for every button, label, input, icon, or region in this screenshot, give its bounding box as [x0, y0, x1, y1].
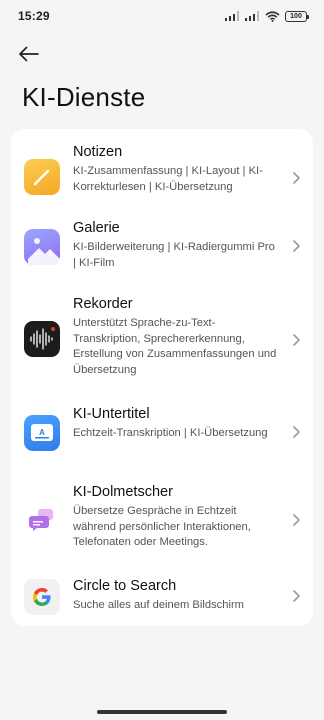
service-row-circle-to-search[interactable]: Circle to Search Suche alles auf deinem …: [11, 577, 313, 617]
service-title: Notizen: [73, 144, 123, 160]
service-row-notizen[interactable]: Notizen KI-Zusammenfassung | KI-Layout |…: [11, 141, 313, 213]
svg-text:A: A: [39, 428, 45, 437]
chevron-right-icon: [293, 334, 300, 346]
service-text: Circle to Search Suche alles auf deinem …: [73, 577, 278, 614]
service-description: Echtzeit-Transkription | KI-Übersetzung: [73, 427, 268, 439]
status-time: 15:29: [18, 9, 50, 23]
chevron-right-icon: [293, 240, 300, 252]
service-description: KI-Bilderweiterung | KI-Radiergummi Pro …: [73, 241, 275, 269]
services-card: Notizen KI-Zusammenfassung | KI-Layout |…: [11, 129, 313, 626]
home-indicator[interactable]: [97, 710, 227, 714]
service-title: Circle to Search: [73, 578, 177, 594]
service-row-rekorder[interactable]: Rekorder Unterstützt Sprache-zu-Text-Tra…: [11, 295, 313, 385]
service-text: Notizen KI-Zusammenfassung | KI-Layout |…: [73, 143, 278, 195]
service-text: Galerie KI-Bilderweiterung | KI-Radiergu…: [73, 219, 278, 271]
service-text: KI-Dolmetscher Übersetze Gespräche in Ec…: [73, 483, 278, 551]
service-title: Galerie: [73, 220, 120, 236]
service-text: Rekorder Unterstützt Sprache-zu-Text-Tra…: [73, 295, 278, 378]
arrow-left-icon: [19, 46, 39, 62]
chevron-right-icon: [293, 172, 300, 184]
service-title: Rekorder: [73, 296, 133, 312]
page-title: KI-Dienste: [22, 82, 146, 112]
service-row-galerie[interactable]: Galerie KI-Bilderweiterung | KI-Radiergu…: [11, 219, 313, 275]
chevron-right-icon: [293, 426, 300, 438]
gallery-icon: [24, 229, 60, 265]
signal-icon: [225, 11, 240, 21]
back-button[interactable]: [18, 38, 50, 70]
google-icon: [24, 579, 60, 615]
wifi-icon: [265, 10, 280, 22]
recorder-icon: [24, 321, 60, 357]
service-description: Übersetze Gespräche in Echtzeit während …: [73, 505, 251, 548]
chevron-right-icon: [293, 514, 300, 526]
chevron-right-icon: [293, 590, 300, 602]
service-row-ki-dolmetscher[interactable]: KI-Dolmetscher Übersetze Gespräche in Ec…: [11, 483, 313, 555]
signal-icon-2: [245, 11, 260, 21]
battery-icon: 100: [285, 10, 309, 22]
notes-icon: [24, 159, 60, 195]
service-row-ki-untertitel[interactable]: A KI-Untertitel Echtzeit-Transkription |…: [11, 405, 313, 461]
status-icons: 100: [225, 10, 309, 22]
interpreter-icon: [24, 501, 60, 537]
service-description: KI-Zusammenfassung | KI-Layout | KI-Korr…: [73, 165, 263, 193]
subtitles-icon: A: [24, 415, 60, 451]
service-text: KI-Untertitel Echtzeit-Transkription | K…: [73, 405, 278, 442]
service-description: Unterstützt Sprache-zu-Text-Transkriptio…: [73, 317, 277, 376]
status-bar: 15:29 100: [0, 0, 324, 32]
service-title: KI-Dolmetscher: [73, 484, 173, 500]
service-description: Suche alles auf deinem Bildschirm: [73, 599, 245, 611]
service-title: KI-Untertitel: [73, 406, 150, 422]
